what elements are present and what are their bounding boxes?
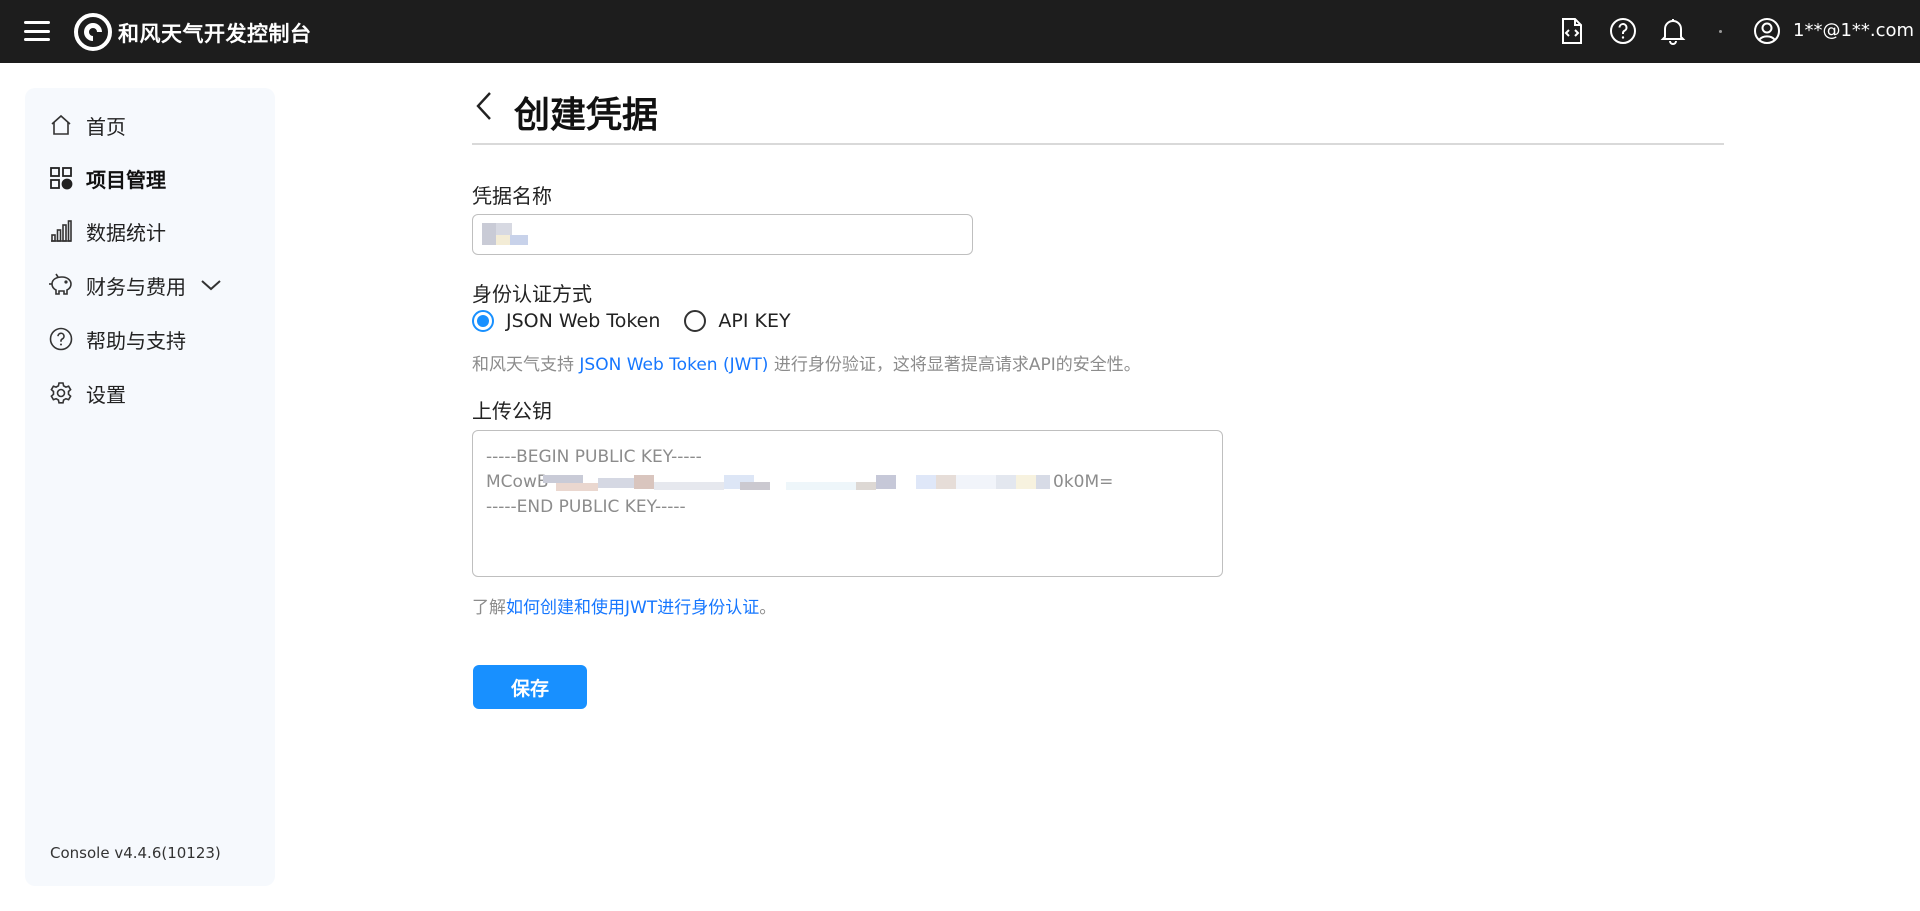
public-key-label: 上传公钥	[472, 399, 552, 423]
help-circle-icon	[48, 326, 74, 352]
gear-icon	[48, 380, 74, 406]
redacted-text	[786, 482, 856, 490]
redacted-text	[956, 475, 996, 489]
redacted-text	[740, 482, 770, 490]
sidebar-item-label: 数据统计	[86, 220, 166, 245]
page-title: 创建凭据	[514, 95, 659, 136]
piggy-bank-icon	[48, 272, 74, 298]
sidebar-item-finance[interactable]: 财务与费用	[48, 265, 222, 305]
redacted-text	[936, 475, 956, 489]
sidebar-item-projects[interactable]: 项目管理	[48, 158, 166, 198]
learn-suffix: 。	[759, 598, 777, 618]
home-icon	[48, 112, 74, 138]
file-code-icon[interactable]	[1556, 15, 1588, 47]
help-circle-icon[interactable]	[1607, 15, 1639, 47]
redacted-text	[856, 482, 876, 490]
redacted-text	[598, 478, 634, 488]
public-key-line: -----END PUBLIC KEY-----	[486, 497, 686, 517]
bar-chart-icon	[48, 218, 74, 244]
redacted-text	[724, 475, 754, 489]
key-fragment-start: MCowB	[486, 472, 549, 492]
sidebar-item-label: 设置	[86, 382, 126, 407]
redacted-text	[543, 475, 583, 483]
radio-label: API KEY	[718, 310, 791, 332]
redacted-text	[556, 483, 598, 491]
save-button[interactable]: 保存	[473, 665, 587, 709]
redacted-text	[1016, 475, 1036, 489]
sidebar-item-label: 帮助与支持	[86, 328, 186, 353]
bell-icon[interactable]	[1657, 15, 1689, 47]
chevron-down-icon[interactable]	[200, 274, 222, 296]
menu-icon[interactable]	[24, 19, 50, 43]
auth-method-label: 身份认证方式	[472, 282, 592, 306]
redacted-text	[916, 475, 936, 489]
redacted-text	[876, 475, 896, 489]
sidebar-item-help[interactable]: 帮助与支持	[48, 319, 186, 359]
grid-icon	[48, 165, 74, 191]
sidebar-item-label: 项目管理	[86, 167, 166, 192]
version-label: Console v4.4.6(10123)	[50, 844, 221, 862]
sidebar-item-home[interactable]: 首页	[48, 105, 126, 145]
auth-method-radio-group: JSON Web Token API KEY	[472, 310, 815, 332]
jwt-guide-link[interactable]: 如何创建和使用JWT进行身份认证	[506, 598, 759, 618]
radio-button-checked[interactable]	[472, 310, 494, 332]
credential-name-input[interactable]	[472, 214, 973, 255]
redacted-text	[1036, 475, 1050, 489]
top-bar: 和风天气开发控制台 1**@1**.com	[0, 0, 1920, 63]
jwt-link[interactable]: JSON Web Token (JWT)	[579, 355, 768, 375]
status-dot	[1719, 30, 1722, 33]
credential-name-label: 凭据名称	[472, 184, 552, 208]
help-suffix: 进行身份验证，这将显著提高请求API的安全性。	[768, 355, 1141, 375]
radio-label: JSON Web Token	[506, 310, 661, 332]
auth-help-text: 和风天气支持 JSON Web Token (JWT) 进行身份验证，这将显著提…	[472, 350, 1141, 375]
radio-jwt[interactable]: JSON Web Token	[472, 310, 660, 332]
public-key-line: MCowB 0k0M=	[486, 470, 1209, 495]
learn-more-text: 了解如何创建和使用JWT进行身份认证。	[472, 593, 776, 618]
sidebar-item-label: 财务与费用	[86, 274, 186, 299]
sidebar-item-settings[interactable]: 设置	[48, 373, 126, 413]
brand-title[interactable]: 和风天气开发控制台	[118, 18, 312, 48]
redacted-text	[654, 482, 724, 490]
back-button[interactable]	[474, 89, 498, 123]
radio-button[interactable]	[684, 310, 707, 332]
radio-api-key[interactable]: API KEY	[684, 310, 791, 332]
divider	[472, 143, 1724, 145]
learn-prefix: 了解	[472, 598, 506, 618]
public-key-textarea[interactable]: -----BEGIN PUBLIC KEY----- MCowB 0k0M= -…	[472, 430, 1223, 577]
public-key-line: -----BEGIN PUBLIC KEY-----	[486, 447, 702, 467]
redacted-text	[634, 475, 654, 489]
sidebar-item-statistics[interactable]: 数据统计	[48, 211, 166, 251]
sidebar-item-label: 首页	[86, 114, 126, 139]
redacted-text	[996, 475, 1016, 489]
key-fragment-end: 0k0M=	[1053, 472, 1114, 492]
help-prefix: 和风天气支持	[472, 355, 580, 375]
logo-icon[interactable]	[73, 12, 113, 52]
sidebar: 首页 项目管理 数据统计 财务与费用 帮助与支持 设置 Console v4.4…	[25, 88, 275, 886]
user-circle-icon[interactable]	[1751, 15, 1783, 47]
user-email[interactable]: 1**@1**.com	[1793, 20, 1914, 41]
